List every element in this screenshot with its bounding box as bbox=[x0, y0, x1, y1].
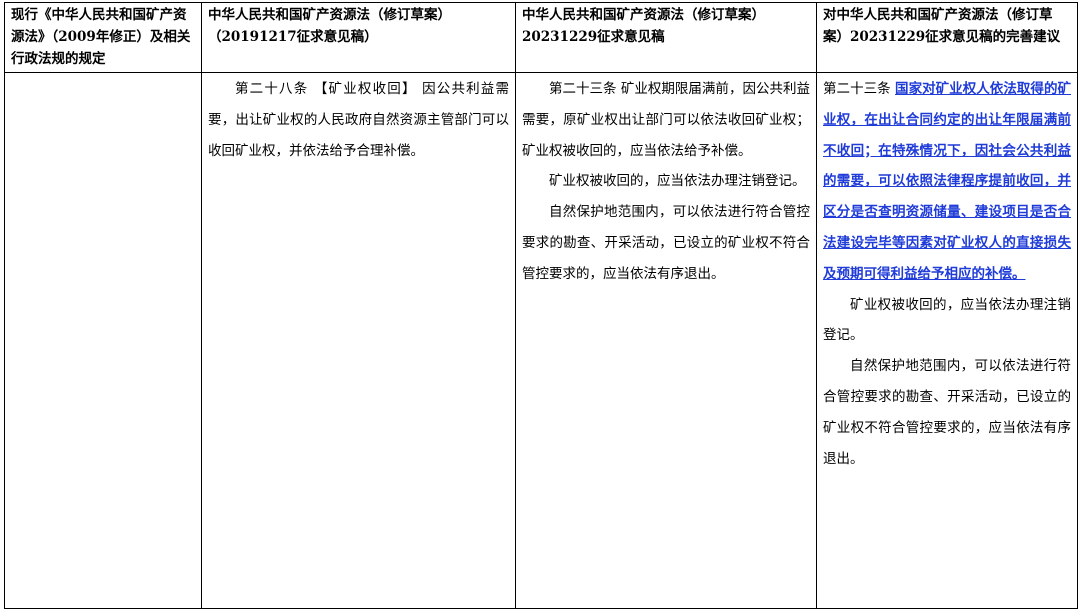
suggestion-paragraph-2: 矿业权被收回的，应当依法办理注销登记。 bbox=[823, 296, 1071, 344]
draft-2023-paragraph-2: 矿业权被收回的，应当依法办理注销登记。 bbox=[549, 173, 806, 190]
header-suggestions: 对中华人民共和国矿产资源法（修订草案）20231229征求意见稿的完善建议 bbox=[816, 2, 1078, 73]
draft-2023-paragraph-1: 第二十三条 矿业权期限届满前，因公共利益需要，原矿业权出让部门可以依法收回矿业权… bbox=[522, 81, 810, 159]
cell-suggestions: 第二十三条 国家对矿业权人依法取得的矿业权，在出让合同约定的出让年限届满前不收回… bbox=[816, 72, 1078, 609]
header-draft-2019: 中华人民共和国矿产资源法（修订草案）（20191217征求意见稿） bbox=[201, 2, 516, 73]
cell-draft-2019: 第二十八条 【矿业权收回】 因公共利益需要，出让矿业权的人民政府自然资源主管部门… bbox=[201, 72, 516, 609]
header-row: 现行《中华人民共和国矿产资源法》（2009年修正）及相关行政法规的规定 中华人民… bbox=[4, 2, 1078, 73]
suggestion-article-number: 第二十三条 bbox=[823, 81, 896, 97]
header-current-law: 现行《中华人民共和国矿产资源法》（2009年修正）及相关行政法规的规定 bbox=[4, 2, 202, 73]
header-draft-2023: 中华人民共和国矿产资源法（修订草案）20231229征求意见稿 bbox=[515, 2, 817, 73]
suggestion-paragraph-1: 第二十三条 国家对矿业权人依法取得的矿业权，在出让合同约定的出让年限届满前不收回… bbox=[823, 74, 1071, 290]
cell-draft-2023: 第二十三条 矿业权期限届满前，因公共利益需要，原矿业权出让部门可以依法收回矿业权… bbox=[515, 72, 817, 609]
comparison-table: 现行《中华人民共和国矿产资源法》（2009年修正）及相关行政法规的规定 中华人民… bbox=[4, 2, 1078, 609]
content-row: 第二十八条 【矿业权收回】 因公共利益需要，出让矿业权的人民政府自然资源主管部门… bbox=[4, 72, 1078, 609]
suggestion-amended-text: 国家对矿业权人依法取得的矿业权，在出让合同约定的出让年限届满前不收回；在特殊情况… bbox=[823, 81, 1071, 282]
suggestion-paragraph-3: 自然保护地范围内，可以依法进行符合管控要求的勘查、开采活动，已设立的矿业权不符合… bbox=[823, 358, 1071, 467]
draft-2019-article: 第二十八条 【矿业权收回】 因公共利益需要，出让矿业权的人民政府自然资源主管部门… bbox=[208, 81, 509, 159]
cell-current-law bbox=[4, 72, 202, 609]
draft-2023-paragraph-3: 自然保护地范围内，可以依法进行符合管控要求的勘查、开采活动，已设立的矿业权不符合… bbox=[522, 204, 810, 282]
